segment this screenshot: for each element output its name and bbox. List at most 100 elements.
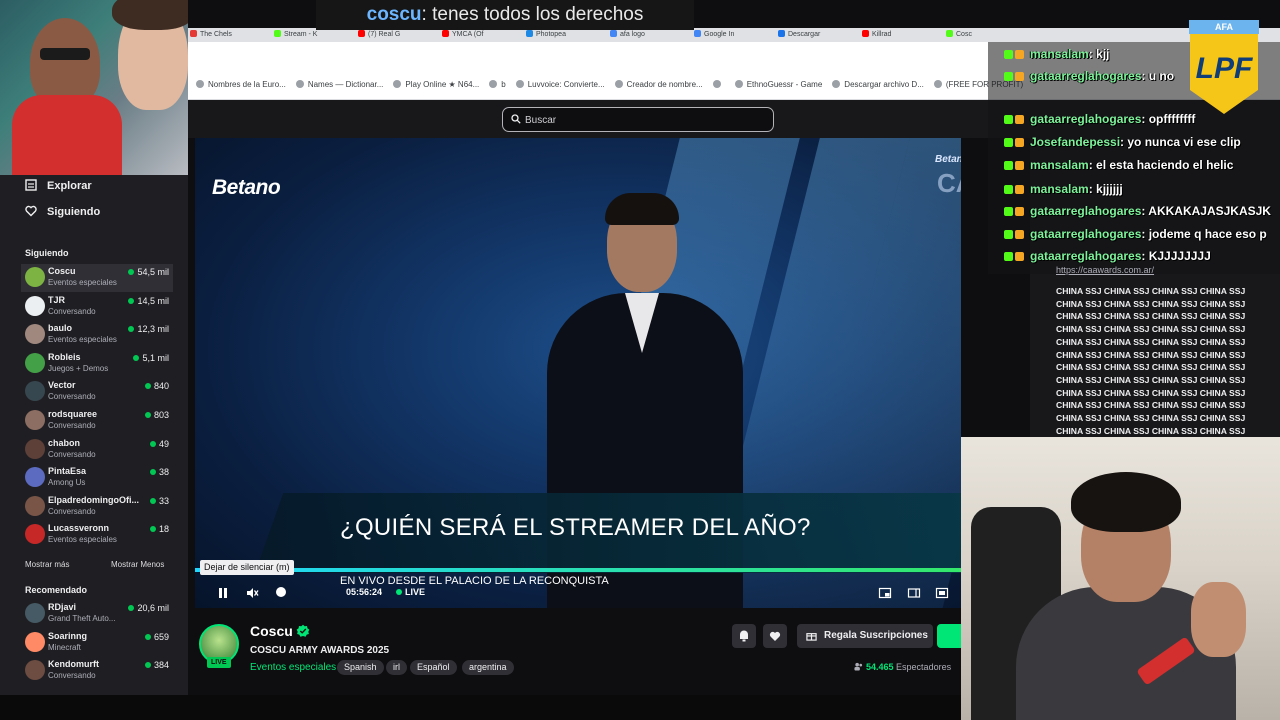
sidebar-channel-row[interactable]: PintaEsa Among Us 38 (25, 464, 173, 492)
stream-uptime: 05:56:24 (346, 587, 383, 597)
tag-espanol[interactable]: Español (410, 660, 457, 675)
browser-tab[interactable]: Cosc (944, 28, 1028, 42)
sidebar-nav-following[interactable]: Siguiendo (25, 204, 100, 220)
tag-irl[interactable]: irl (386, 660, 407, 675)
crown-badge-icon (1015, 185, 1024, 194)
lower-third-line (195, 568, 961, 572)
sidebar-channel-category: Juegos + Demos (48, 363, 109, 373)
show-more-link[interactable]: Mostrar más (25, 560, 69, 569)
channel-name[interactable]: Coscu (250, 623, 293, 639)
chat-username[interactable]: gataarreglahogares (1030, 227, 1141, 241)
browser-tab[interactable]: Descargar (776, 28, 860, 42)
chat-text: : kjjjjjj (1088, 182, 1123, 196)
browser-tab-label: afa logo (620, 31, 645, 38)
chat-spam-message: CHINA SSJ CHINA SSJ CHINA SSJ CHINA SSJ … (1056, 286, 1246, 448)
bookmark-item[interactable]: Nombres de la Euro... (196, 70, 286, 99)
sidebar-channel-row[interactable]: ElpadredomingoOfi... Conversando 33 (25, 493, 173, 521)
chat-username[interactable]: mansalam (1030, 158, 1089, 172)
gift-icon (806, 633, 817, 641)
favorite-button[interactable] (763, 624, 787, 648)
bookmark-item[interactable]: b (489, 70, 506, 99)
sidebar-viewer-count: 33 (158, 495, 169, 506)
webcam-person-right-hair (112, 0, 188, 30)
browser-tab-label: Photopea (536, 31, 566, 38)
live-dot-icon (128, 605, 135, 611)
theatre-mode-icon[interactable] (907, 586, 921, 600)
video-player[interactable]: Betano Betano CA ¿QUIÉN SERÁ EL STREAMER… (195, 138, 961, 608)
viewer-count-label: Espectadores (896, 662, 952, 672)
volume-slider-handle[interactable] (276, 587, 286, 597)
bookmark-item[interactable]: Play Online ★ N64... (393, 70, 479, 99)
browser-tab[interactable]: Killrad (860, 28, 944, 42)
sidebar-channel-row[interactable]: chabon Conversando 49 (25, 436, 173, 464)
chat-text: : el esta haciendo el helic (1088, 158, 1234, 172)
sidebar-channel-row[interactable]: Kendomurft Conversando 384 (25, 657, 173, 685)
chat-username[interactable]: gataarreglahogares (1030, 204, 1141, 218)
follow-button[interactable] (937, 624, 963, 648)
bookmark-item[interactable]: Luvvoice: Convierte... (515, 70, 605, 99)
following-section-title: Siguiendo (25, 248, 69, 258)
viewers-icon (854, 662, 863, 671)
lower-third-title: ¿QUIÉN SERÁ EL STREAMER DEL AÑO? (340, 514, 811, 541)
sidebar-channel-row[interactable]: TJR Conversando 14,5 mil (25, 293, 173, 321)
browser-tab[interactable]: afa logo (608, 28, 692, 42)
browser-tab-label: (7) Real G (368, 31, 401, 38)
bookmark-item[interactable]: EthnoGuessr - Game (734, 70, 822, 99)
chat-username[interactable]: mansalam (1030, 182, 1089, 196)
bookmark-item[interactable] (712, 70, 725, 99)
browser-tab[interactable]: Stream - K (272, 28, 356, 42)
bookmark-item[interactable]: Creador de nombre... (614, 70, 703, 99)
search-input[interactable] (525, 111, 765, 129)
sidebar-nav-explore[interactable]: Explorar (25, 178, 92, 194)
live-dot-icon (128, 326, 135, 333)
fullscreen-icon[interactable] (935, 586, 949, 600)
sidebar-channel-row[interactable]: Coscu Eventos especiales 54,5 mil (21, 264, 173, 292)
tag-argentina[interactable]: argentina (462, 660, 514, 675)
chat-badges (1004, 46, 1030, 62)
browser-tab[interactable]: The Chels (188, 28, 272, 42)
chat-username[interactable]: gataarreglahogares (1030, 249, 1141, 263)
browser-tab[interactable]: (7) Real G (356, 28, 440, 42)
chat-username[interactable]: mansalam (1030, 47, 1089, 61)
bookmark-item[interactable]: Descargar archivo D... (832, 70, 924, 99)
picture-in-picture-icon[interactable] (878, 586, 892, 600)
channel-avatar-icon (25, 495, 45, 516)
browser-tab-label: Killrad (872, 31, 892, 38)
muted-volume-icon[interactable] (245, 586, 259, 600)
show-less-link[interactable]: Mostrar Menos (111, 560, 164, 569)
channel-avatar-icon (25, 660, 45, 681)
browser-tab[interactable]: Google In (692, 28, 776, 42)
browser-tab[interactable]: YMCA (Of (440, 28, 524, 42)
notification-button[interactable] (732, 624, 756, 648)
tab-favicon-icon (442, 30, 449, 37)
sidebar-channel-viewers: 38 (149, 467, 169, 477)
sidebar-channel-row[interactable]: Soarinng Minecraft 659 (25, 629, 173, 657)
sidebar-channel-name: chabon (48, 437, 81, 448)
chat-message: mansalam: el esta haciendo el helic (1004, 157, 1280, 173)
sidebar-channel-row[interactable]: Vector Conversando 840 (25, 378, 173, 406)
chat-username[interactable]: gataarreglahogares (1030, 112, 1141, 126)
sidebar-channel-row[interactable]: Robleis Juegos + Demos 5,1 mil (25, 350, 173, 378)
sidebar-channel-row[interactable]: Lucassveronn Eventos especiales 18 (25, 521, 173, 549)
chat-link[interactable]: https://caawards.com.ar/ (1056, 265, 1154, 275)
live-dot-icon (144, 633, 151, 640)
channel-avatar-icon (25, 438, 45, 459)
browser-tab[interactable]: Photopea (524, 28, 608, 42)
sidebar-channel-row[interactable]: baulo Eventos especiales 12,3 mil (25, 321, 173, 349)
chat-username[interactable]: gataarreglahogares (1030, 69, 1141, 83)
subscriber-badge-icon (1004, 50, 1013, 59)
webcam-right (961, 437, 1280, 720)
bookmark-item[interactable]: Names — Dictionar... (295, 70, 383, 99)
tag-spanish[interactable]: Spanish (337, 660, 384, 675)
stream-category-link[interactable]: Eventos especiales (250, 662, 336, 673)
pause-icon[interactable] (216, 586, 230, 600)
stream-title: COSCU ARMY AWARDS 2025 (250, 645, 390, 656)
chat-username[interactable]: Josefandepessi (1030, 135, 1120, 149)
sidebar-channel-row[interactable]: rodsquaree Conversando 803 (25, 407, 173, 435)
search-box[interactable] (502, 107, 774, 132)
gift-subscriptions-button[interactable]: Regala Suscripciones (797, 624, 933, 648)
subscriber-badge-icon (1004, 185, 1013, 194)
sidebar-channel-row[interactable]: RDjavi Grand Theft Auto... 20,6 mil (25, 600, 173, 628)
subscriber-badge-icon (1004, 161, 1013, 170)
chat-message: gataarreglahogares: KJJJJJJJJ (1004, 248, 1280, 264)
